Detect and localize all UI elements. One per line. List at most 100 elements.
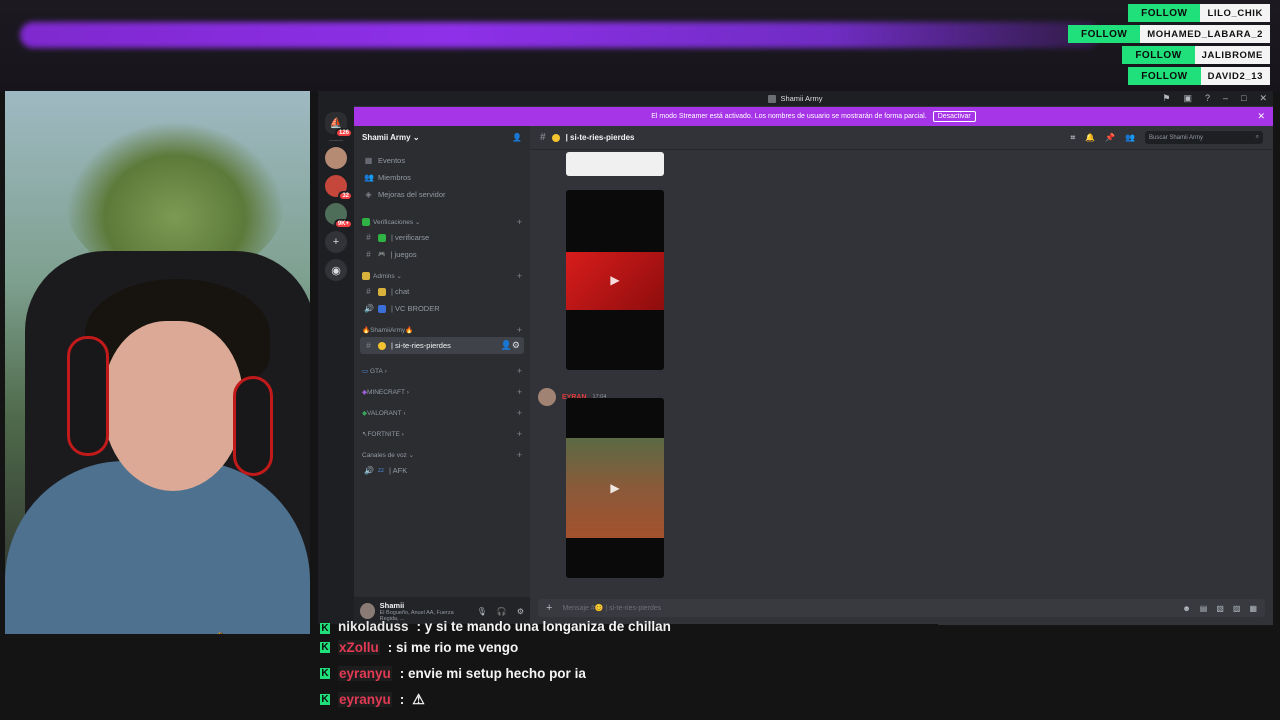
unread-badge: 9K+ bbox=[333, 219, 353, 229]
channel-si-te-ries-pierdes[interactable]: # | si-te-ries-pierdes 👤⚙ bbox=[360, 337, 524, 354]
avatar[interactable] bbox=[360, 603, 375, 619]
chat-area: # | si-te-ries-pierdes ⌗ 🔔 📌 👥 Buscar Sh… bbox=[530, 126, 1273, 625]
chat-message: K xZollu : si me rio me vengo bbox=[318, 634, 938, 660]
hash-icon: # bbox=[366, 287, 371, 296]
channel-header: # | si-te-ries-pierdes ⌗ 🔔 📌 👥 Buscar Sh… bbox=[530, 126, 1273, 150]
category-canales-de-voz[interactable]: Canales de voz ⌄ + bbox=[360, 448, 524, 462]
direct-messages-button[interactable]: ⛵ 126 bbox=[325, 112, 353, 138]
channel-verificarse[interactable]: # | verificarse bbox=[360, 229, 524, 246]
microphone-icon[interactable]: 🎙 bbox=[477, 607, 487, 616]
category-fortnite[interactable]: ↖ FORTNITE › + bbox=[360, 427, 524, 441]
channel-chat[interactable]: # | chat bbox=[360, 283, 524, 300]
header-toolbar: ⌗ 🔔 📌 👥 Buscar Shamii Army ⌕ bbox=[1071, 131, 1263, 144]
server-header[interactable]: Shamii Army ⌄ 👤 bbox=[354, 126, 530, 148]
help-icon[interactable]: ? bbox=[1205, 93, 1210, 103]
pin-icon[interactable]: 📌 bbox=[1105, 133, 1115, 142]
headset-right-icon bbox=[233, 376, 273, 476]
chat-username: eyranyu bbox=[338, 691, 392, 707]
hash-icon: # bbox=[540, 132, 546, 143]
search-icon: ⌕ bbox=[1255, 134, 1259, 140]
divider bbox=[329, 140, 343, 141]
follow-label: FOLLOW bbox=[1128, 67, 1201, 85]
message-composer[interactable]: + Mensaje #😊 | si-te-ries-pierdes ☻ ▤ ▧ … bbox=[538, 599, 1265, 617]
follow-alert: FOLLOW JALIBROME bbox=[1122, 46, 1270, 64]
smile-emoji-icon bbox=[551, 133, 560, 142]
discord-window: Shamii Army ⚑ ▣ ? – □ ✕ El modo Streamer… bbox=[318, 91, 1273, 625]
minimize-button[interactable]: – bbox=[1223, 93, 1228, 103]
follower-name: MOHAMED_LABARA_2 bbox=[1140, 25, 1270, 43]
server-icon[interactable]: 32 bbox=[325, 175, 353, 201]
window-controls: ⚑ ▣ ? – □ ✕ bbox=[1162, 93, 1267, 103]
server-folder[interactable]: 9K+ bbox=[325, 203, 353, 229]
media-attachment[interactable] bbox=[566, 152, 664, 176]
deactivate-button[interactable]: Desactivar bbox=[932, 111, 976, 122]
headphones-icon[interactable]: 🎧 bbox=[497, 607, 507, 616]
members-icon[interactable]: 👥 bbox=[1125, 133, 1135, 142]
category-gta[interactable]: ▭ GTA › + bbox=[360, 364, 524, 378]
sidebar-item-mejoras[interactable]: ◈ Mejoras del servidor bbox=[360, 186, 524, 203]
unread-badge: 126 bbox=[334, 128, 353, 138]
follow-label: FOLLOW bbox=[1067, 25, 1141, 43]
calendar-icon: ▦ bbox=[364, 156, 373, 165]
kick-icon: K bbox=[320, 623, 330, 634]
threads-icon[interactable]: ⌗ bbox=[1071, 133, 1076, 143]
category-admins[interactable]: Admins ⌄ + bbox=[360, 269, 524, 283]
chat-text: : bbox=[399, 691, 405, 707]
follow-label: FOLLOW bbox=[1122, 46, 1195, 64]
speaker-icon: 🔊 bbox=[364, 466, 374, 475]
play-icon[interactable]: ▶ bbox=[610, 273, 619, 287]
streamer-face bbox=[103, 321, 243, 491]
video-attachment[interactable]: ▶ bbox=[566, 398, 664, 578]
chat-emote-icon: ⚠ bbox=[412, 690, 425, 707]
chat-text: : si me rio me vengo bbox=[387, 639, 519, 655]
screen-icon[interactable]: ▣ bbox=[1183, 93, 1192, 103]
server-icon-shamii[interactable] bbox=[325, 147, 347, 169]
category-valorant[interactable]: ◆ VALORANT › + bbox=[360, 406, 524, 420]
sticker-icon[interactable]: ▧ bbox=[1216, 604, 1224, 613]
invite-icon[interactable]: 👤 bbox=[512, 133, 522, 142]
channel-juegos[interactable]: # 🎮 | juegos bbox=[360, 246, 524, 263]
channel-vc-broder[interactable]: 🔊 | VC BRODER bbox=[360, 300, 524, 317]
maximize-button[interactable]: □ bbox=[1241, 93, 1246, 103]
channel-list: ▦ Eventos 👥 Miembros ◈ Mejoras del servidor… bbox=[354, 148, 530, 483]
add-attachment-icon[interactable]: + bbox=[546, 602, 552, 614]
chat-text: : y si te mando una longaniza de chillan bbox=[416, 619, 671, 634]
close-icon[interactable]: ✕ bbox=[1257, 111, 1265, 122]
inbox-icon[interactable]: ⚑ bbox=[1162, 93, 1170, 103]
window-title: Shamii Army bbox=[780, 94, 823, 103]
follow-alert: FOLLOW LILO_CHIK bbox=[1128, 4, 1270, 22]
chat-username: eyranyu bbox=[338, 665, 392, 681]
follow-alert: FOLLOW MOHAMED_LABARA_2 bbox=[1067, 25, 1270, 43]
close-window-button[interactable]: ✕ bbox=[1259, 93, 1267, 103]
shirt-logo-icon: 🐆 bbox=[210, 626, 247, 634]
explore-icon[interactable]: ◉ bbox=[325, 259, 347, 281]
image-icon[interactable]: ▨ bbox=[1233, 604, 1241, 613]
message-input[interactable]: Mensaje #😊 | si-te-ries-pierdes bbox=[562, 604, 661, 612]
add-server-icon[interactable]: + bbox=[325, 231, 347, 253]
hash-icon: # bbox=[366, 341, 371, 350]
play-icon[interactable]: ▶ bbox=[610, 481, 619, 495]
boost-icon: ◈ bbox=[365, 190, 372, 199]
gif-icon[interactable]: ▤ bbox=[1200, 604, 1208, 613]
gear-icon[interactable]: ⚙ bbox=[517, 607, 524, 616]
channel-afk[interactable]: 🔊 zz | AFK bbox=[360, 462, 524, 479]
category-verificaciones[interactable]: Verificaciones ⌄ + bbox=[360, 215, 524, 229]
bell-icon[interactable]: 🔔 bbox=[1085, 133, 1095, 142]
avatar[interactable] bbox=[538, 388, 556, 406]
follow-alert: FOLLOW DAVID2_13 bbox=[1128, 67, 1270, 85]
channel-sidebar: Shamii Army ⌄ 👤 ▦ Eventos 👥 Miembros ◈ Mejo… bbox=[354, 126, 530, 625]
category-shamiiarmy[interactable]: 🔥 ShamiiArmy 🔥 + bbox=[360, 323, 524, 337]
video-attachment[interactable]: ▶ bbox=[566, 190, 664, 370]
apps-icon[interactable]: ▦ bbox=[1249, 604, 1257, 613]
follower-name: DAVID2_13 bbox=[1200, 67, 1270, 85]
stream-goal-bar bbox=[20, 22, 1100, 48]
sidebar-item-miembros[interactable]: 👥 Miembros bbox=[360, 169, 524, 186]
streamer-notice: El modo Streamer está activado. Los nomb… bbox=[651, 113, 927, 120]
search-input[interactable]: Buscar Shamii Army ⌕ bbox=[1145, 131, 1263, 144]
chat-message: K nikoladuss : y si te mando una longani… bbox=[318, 618, 938, 634]
category-minecraft[interactable]: ◆ MINECRAFT › + bbox=[360, 385, 524, 399]
unread-badge: 32 bbox=[338, 191, 353, 201]
gift-icon[interactable]: ☻ bbox=[1182, 604, 1190, 613]
sidebar-item-eventos[interactable]: ▦ Eventos bbox=[360, 152, 524, 169]
server-name: Shamii Army ⌄ bbox=[362, 132, 420, 142]
